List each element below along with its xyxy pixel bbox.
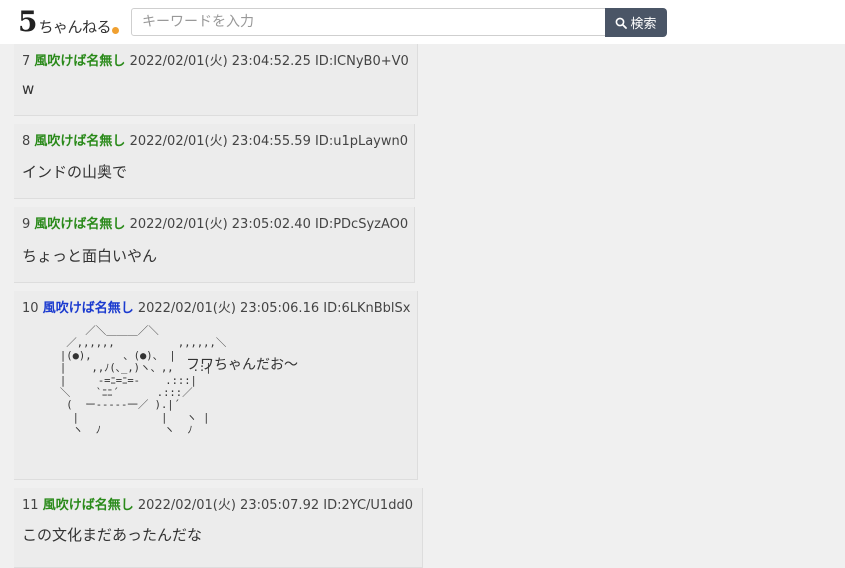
post-meta: 2022/02/01(火) 23:05:07.92 ID:2YC/U1dd0 xyxy=(137,498,413,513)
search-input[interactable] xyxy=(131,8,615,36)
search-button[interactable]: 検索 xyxy=(605,8,667,37)
post-meta: 2022/02/01(火) 23:05:02.40 ID:PDcSyzAO0 xyxy=(129,217,409,232)
post-header: 10 風吹けば名無し 2022/02/01(火) 23:05:06.16 ID:… xyxy=(22,297,410,316)
search-button-label: 検索 xyxy=(630,17,657,32)
post-body: w xyxy=(22,80,35,98)
post-author: 風吹けば名無し xyxy=(34,217,126,232)
logo-word: ちゃんねる xyxy=(38,18,111,36)
post-meta: 2022/02/01(火) 23:05:06.16 ID:6LKnBblSx xyxy=(137,301,411,316)
post-10: 10 風吹けば名無し 2022/02/01(火) 23:05:06.16 ID:… xyxy=(14,291,418,480)
post-8: 8 風吹けば名無し 2022/02/01(火) 23:04:55.59 ID:u… xyxy=(14,124,415,199)
post-body: この文化まだあったんだな xyxy=(22,526,203,544)
post-9: 9 風吹けば名無し 2022/02/01(火) 23:05:02.40 ID:P… xyxy=(14,207,415,283)
post-number[interactable]: 9 xyxy=(22,217,30,232)
post-header: 8 風吹けば名無し 2022/02/01(火) 23:04:55.59 ID:u… xyxy=(22,130,408,149)
post-body: ちょっと面白いやん xyxy=(22,247,158,265)
logo-dot-icon xyxy=(112,27,119,34)
ascii-art: ／＼＿＿＿／＼ ／,,,,,, ,,,,,,＼ |(●), 、(●)、 | | … xyxy=(59,325,227,437)
post-author: 風吹けば名無し xyxy=(34,134,126,149)
search-icon xyxy=(616,17,628,29)
post-header: 9 風吹けば名無し 2022/02/01(火) 23:05:02.40 ID:P… xyxy=(22,213,408,232)
post-author: 風吹けば名無し xyxy=(42,498,134,513)
post-11: 11 風吹けば名無し 2022/02/01(火) 23:05:07.92 ID:… xyxy=(14,488,423,568)
header: 5 ちゃんねる 検索 xyxy=(0,0,845,44)
post-number[interactable]: 8 xyxy=(22,134,30,149)
post-body: インドの山奥で xyxy=(22,163,128,181)
post-author: 風吹けば名無し xyxy=(42,301,134,316)
post-number[interactable]: 11 xyxy=(22,498,39,513)
site-logo[interactable]: 5 ちゃんねる xyxy=(18,6,119,36)
post-meta: 2022/02/01(火) 23:04:52.25 ID:ICNyB0+V0 xyxy=(129,54,409,69)
post-body: フワちゃんだお～ xyxy=(186,357,298,373)
post-number[interactable]: 10 xyxy=(22,301,39,316)
post-number[interactable]: 7 xyxy=(22,54,30,69)
post-meta: 2022/02/01(火) 23:04:55.59 ID:u1pLaywn0 xyxy=(129,134,409,149)
post-author: 風吹けば名無し xyxy=(34,54,126,69)
post-7: 7 風吹けば名無し 2022/02/01(火) 23:04:52.25 ID:I… xyxy=(14,44,418,116)
post-header: 7 風吹けば名無し 2022/02/01(火) 23:04:52.25 ID:I… xyxy=(22,50,409,69)
post-header: 11 風吹けば名無し 2022/02/01(火) 23:05:07.92 ID:… xyxy=(22,494,413,513)
logo-number: 5 xyxy=(18,5,38,38)
